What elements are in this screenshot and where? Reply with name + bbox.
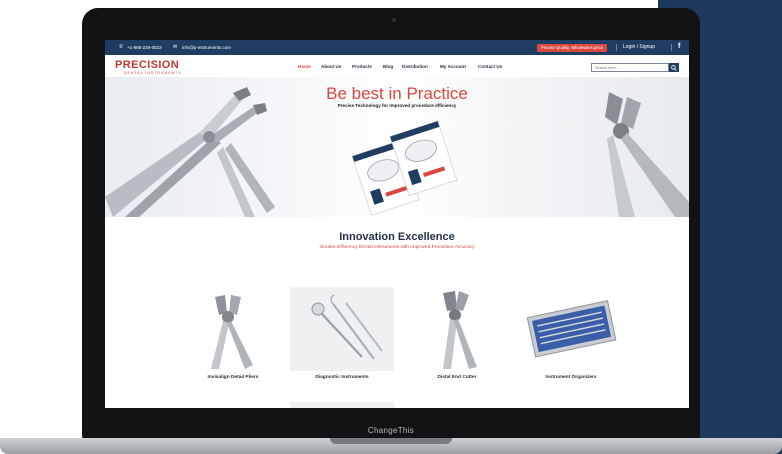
nav-distribution[interactable]: Distribution — [402, 64, 428, 69]
nav-contact-us[interactable]: Contact Us — [478, 64, 502, 69]
product-label[interactable]: Distal End Cutter — [405, 375, 509, 381]
hero-subtitle: Precise Technology for Improved procedur… — [337, 103, 457, 108]
nav-about-us[interactable]: About Us — [321, 64, 341, 69]
instrument-organizer-image — [526, 300, 617, 358]
laptop-screen: ✆ +1-888-228-0533 ✉ info@p-instruments.c… — [105, 40, 689, 408]
divider — [616, 44, 617, 51]
section-title: Innovation Excellence — [339, 231, 455, 243]
email-link[interactable]: info@p-instruments.com — [182, 45, 231, 50]
hero-product-box-illustration — [351, 120, 458, 216]
nav-home[interactable]: Home — [298, 64, 311, 69]
nav-my-account[interactable]: My Account — [440, 64, 466, 69]
product-card-invisalign-pliers[interactable]: Invisalign Detail Pliers — [181, 287, 285, 387]
facebook-icon[interactable]: f — [678, 43, 680, 51]
quality-price-button[interactable]: Precise Quality, Wholesales price — [537, 44, 607, 52]
main-navbar: PRECISION DENTAL INSTRUMENTS Home About … — [105, 55, 689, 77]
login-signup-link[interactable]: Login / Signup — [623, 45, 655, 50]
laptop-brand-label: ChangeThis — [367, 426, 415, 435]
product-card-instrument-organizers[interactable]: Instrument Organizers — [519, 287, 623, 387]
webcam — [392, 18, 396, 22]
product-label[interactable]: Instrument Organizers — [519, 375, 623, 381]
product-card-diagnostic-instruments[interactable]: Diagnostic Instruments — [290, 287, 394, 387]
distal-end-cutter-image — [443, 291, 477, 369]
nav-products[interactable]: Products — [352, 64, 372, 69]
diagnostic-instruments-image — [290, 287, 394, 371]
top-contact-bar: ✆ +1-888-228-0533 ✉ info@p-instruments.c… — [105, 40, 689, 55]
search-input[interactable] — [591, 63, 669, 72]
section-subtitle: Greater Efficiency Dental Instruments wi… — [319, 245, 475, 250]
product-card-distal-end-cutter[interactable]: Distal End Cutter — [405, 287, 509, 387]
mail-icon: ✉ — [173, 44, 178, 50]
hero-title: Be best in Practice — [326, 84, 468, 103]
search-button[interactable] — [669, 63, 679, 72]
laptop-notch — [330, 438, 452, 444]
logo-tagline: DENTAL INSTRUMENTS — [124, 71, 182, 75]
product-label[interactable]: Invisalign Detail Pliers — [181, 375, 285, 381]
next-row-placeholder — [290, 402, 394, 408]
divider — [671, 44, 672, 51]
nav-blog[interactable]: Blog — [383, 64, 393, 69]
phone-icon: ✆ — [119, 44, 124, 50]
search-icon — [671, 64, 677, 71]
phone-number[interactable]: +1-888-228-0533 — [127, 45, 162, 50]
logo-wordmark[interactable]: PRECISION — [115, 60, 179, 71]
hero-banner: Be best in Practice Precise Technology f… — [105, 77, 689, 217]
product-label[interactable]: Diagnostic Instruments — [290, 375, 394, 381]
pliers-image — [211, 295, 253, 369]
